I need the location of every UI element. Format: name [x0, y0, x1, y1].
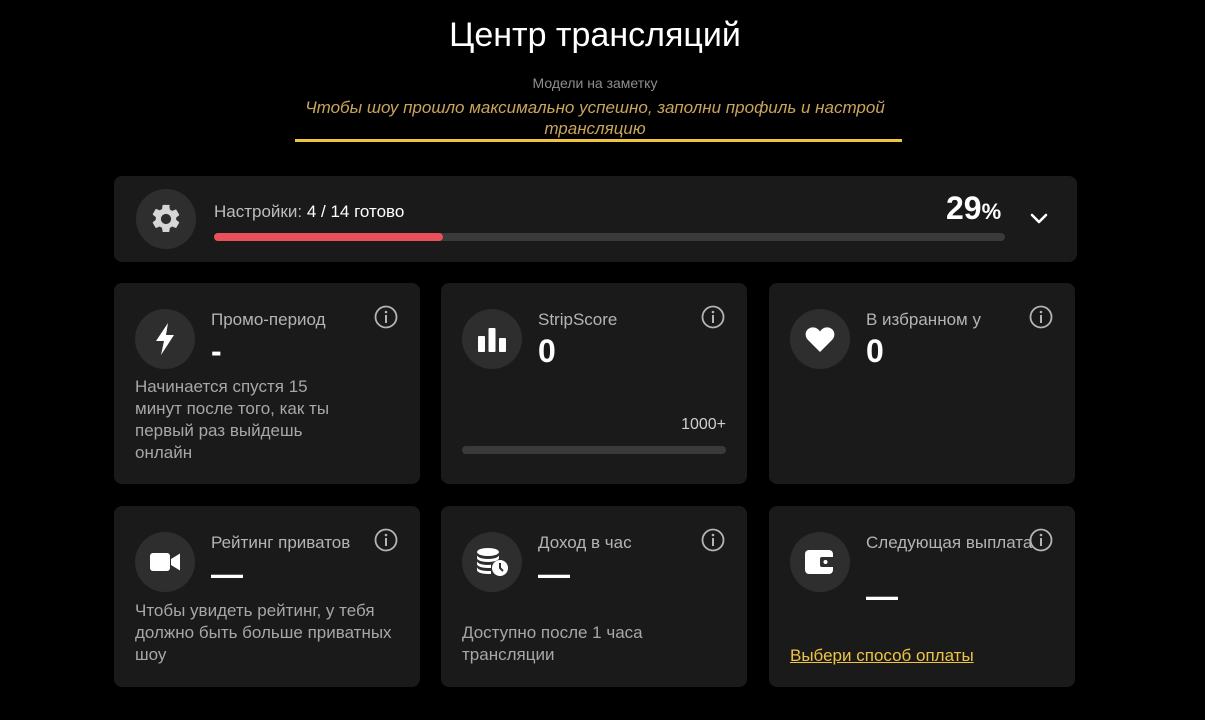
- card-private-rating: Рейтинг приватов — Чтобы увидеть рейтинг…: [114, 506, 420, 687]
- lightning-icon: [135, 309, 195, 369]
- card-stripscore: StripScore 0 1000+: [441, 283, 747, 484]
- wallet-icon: [790, 532, 850, 592]
- info-icon[interactable]: [701, 528, 725, 552]
- settings-status: Настройки: 4 / 14 готово: [214, 202, 404, 222]
- settings-percent-value: 29: [946, 190, 982, 226]
- settings-percent-sign: %: [981, 199, 1002, 224]
- gear-icon: [136, 189, 196, 249]
- card-hourly-income-value: —: [538, 556, 570, 592]
- choose-payment-method-link[interactable]: Выбери способ оплаты: [790, 646, 974, 666]
- page-title: Центр трансляций: [449, 16, 741, 54]
- settings-label: Настройки:: [214, 202, 303, 221]
- card-hourly-income: Доход в час — Доступно после 1 часа тран…: [441, 506, 747, 687]
- info-icon[interactable]: [374, 305, 398, 329]
- card-private-rating-title: Рейтинг приватов: [211, 533, 351, 552]
- card-favorites-title: В избранном у: [866, 310, 981, 329]
- info-icon[interactable]: [1029, 528, 1053, 552]
- chevron-down-icon[interactable]: [1024, 204, 1054, 234]
- page-subtitle: Модели на заметку: [532, 75, 658, 91]
- card-stripscore-title: StripScore: [538, 310, 618, 329]
- card-hourly-income-description: Доступно после 1 часа трансляции: [462, 623, 643, 664]
- info-icon[interactable]: [701, 305, 725, 329]
- coins-icon: [462, 532, 522, 592]
- settings-panel[interactable]: Настройки: 4 / 14 готово 29%: [114, 176, 1077, 262]
- profile-notice: Чтобы шоу прошло максимально успешно, за…: [305, 98, 885, 138]
- bar-chart-icon: [462, 309, 522, 369]
- card-favorites-value: 0: [866, 333, 884, 369]
- settings-count: 4 / 14 готово: [306, 202, 405, 221]
- settings-progress-bar: [214, 233, 1005, 241]
- notice-underline: [295, 139, 902, 142]
- card-stripscore-value: 0: [538, 333, 556, 369]
- info-icon[interactable]: [1029, 305, 1053, 329]
- info-icon[interactable]: [374, 528, 398, 552]
- card-hourly-income-title: Доход в час: [538, 533, 632, 552]
- card-next-payout: Следующая выплата — Выбери способ оплаты: [769, 506, 1075, 687]
- card-next-payout-value: —: [866, 578, 898, 614]
- card-promo: Промо-период - Начинается спустя 15 мину…: [114, 283, 420, 484]
- heart-icon: [790, 309, 850, 369]
- settings-percent: 29%: [946, 190, 1001, 227]
- card-next-payout-title: Следующая выплата: [866, 533, 1033, 552]
- card-favorites: В избранном у 0: [769, 283, 1075, 484]
- settings-progress-fill: [214, 233, 444, 241]
- card-promo-value: -: [211, 333, 222, 369]
- card-private-rating-description: Чтобы увидеть рейтинг, у тебя должно быт…: [135, 601, 392, 664]
- card-promo-title: Промо-период: [211, 310, 326, 329]
- card-private-rating-value: —: [211, 556, 243, 592]
- stripscore-progress-bar: [462, 446, 726, 454]
- stripscore-target: 1000+: [681, 416, 726, 433]
- video-camera-icon: [135, 532, 195, 592]
- card-promo-description: Начинается спустя 15 минут после того, к…: [135, 377, 330, 462]
